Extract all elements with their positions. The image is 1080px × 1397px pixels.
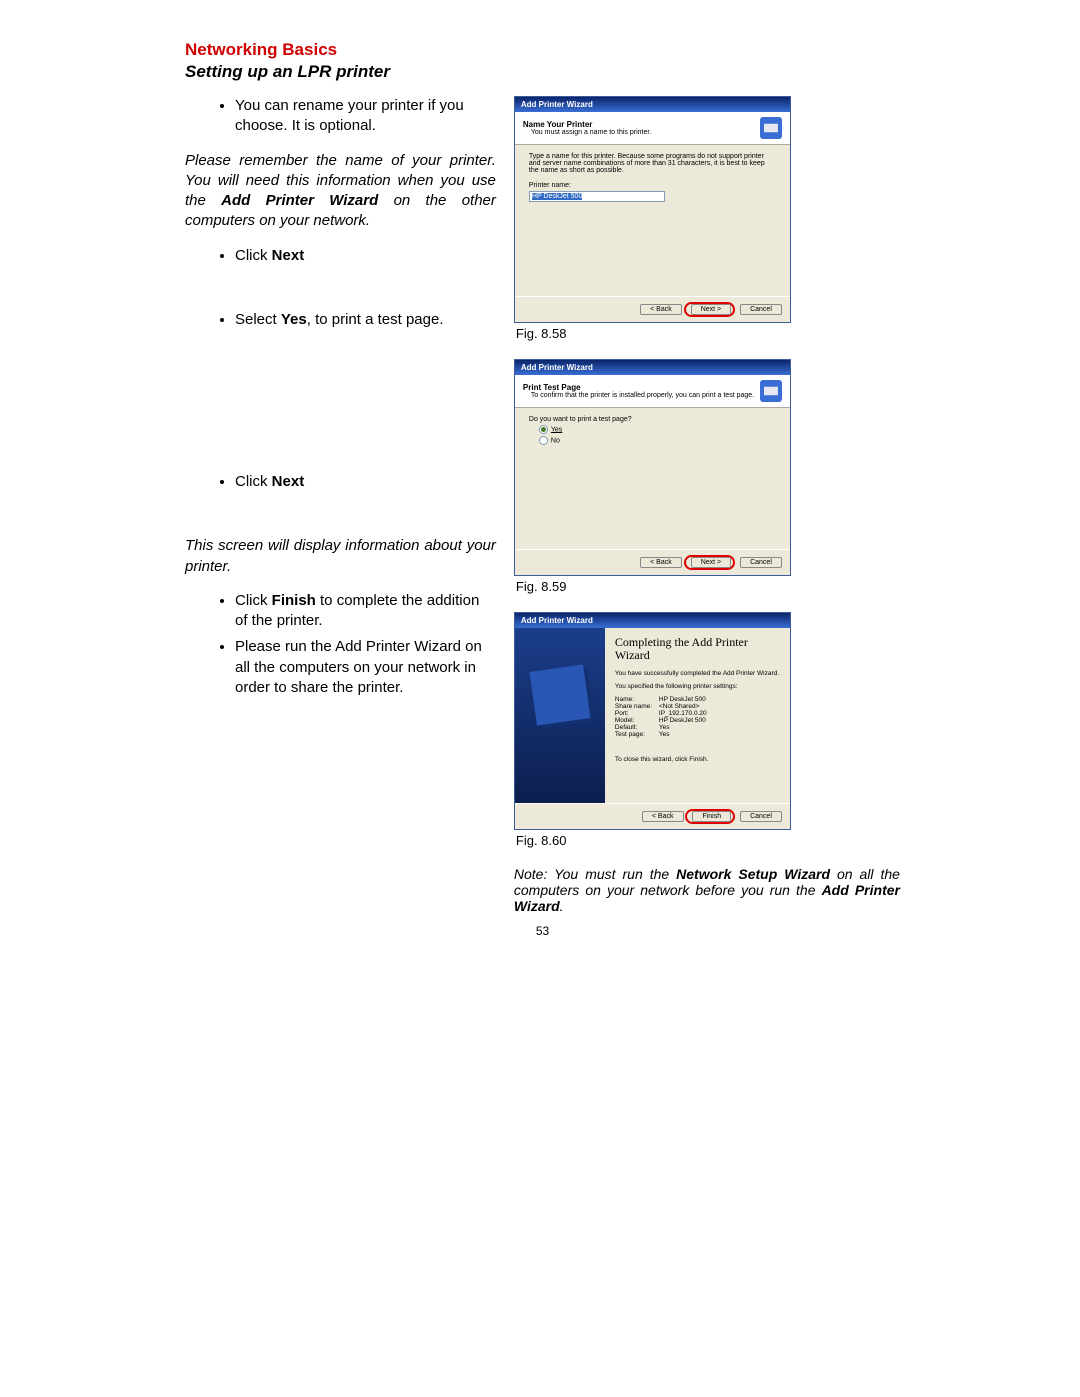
next-button[interactable]: Next >: [691, 304, 731, 315]
wizard-caption: Completing the Add Printer Wizard: [615, 636, 780, 662]
window-title: Add Printer Wizard: [515, 613, 790, 628]
printer-name-input[interactable]: HP DeskJet 500: [529, 191, 665, 202]
wizard-text: To close this wizard, click Finish.: [615, 756, 780, 763]
back-button[interactable]: < Back: [642, 811, 684, 822]
wizard-banner: [515, 628, 605, 803]
finish-button[interactable]: Finish: [692, 811, 731, 822]
window-title: Add Printer Wizard: [515, 97, 790, 112]
wizard-header-title: Name Your Printer: [523, 120, 760, 129]
cancel-button[interactable]: Cancel: [740, 811, 782, 822]
wizard-header-title: Print Test Page: [523, 383, 760, 392]
printer-icon: [760, 380, 782, 402]
wizard-body-text: Type a name for this printer. Because so…: [529, 153, 776, 174]
instruction-item: Click Finish to complete the addition of…: [235, 591, 496, 632]
wizard-header-subtitle: You must assign a name to this printer.: [531, 129, 760, 136]
wizard-test-page: Add Printer Wizard Print Test Page To co…: [514, 359, 791, 576]
instruction-item: Select Yes, to print a test page.: [235, 310, 496, 330]
wizard-text: You have successfully completed the Add …: [615, 670, 780, 677]
highlight-ring: Next >: [684, 555, 735, 570]
radio-yes[interactable]: Yes: [539, 425, 776, 434]
instruction-column: You can rename your printer if you choos…: [185, 96, 514, 914]
printer-icon: [760, 117, 782, 139]
instruction-item: You can rename your printer if you choos…: [235, 96, 496, 137]
instruction-note: Please remember the name of your printer…: [185, 151, 496, 232]
highlight-ring: Next >: [684, 302, 735, 317]
wizard-text: You specified the following printer sett…: [615, 683, 780, 690]
radio-no[interactable]: No: [539, 436, 776, 445]
wizard-header-subtitle: To confirm that the printer is installed…: [531, 392, 760, 399]
back-button[interactable]: < Back: [640, 304, 682, 315]
window-title: Add Printer Wizard: [515, 360, 790, 375]
next-button[interactable]: Next >: [691, 557, 731, 568]
back-button[interactable]: < Back: [640, 557, 682, 568]
instruction-note: This screen will display information abo…: [185, 536, 496, 577]
printer-name-label: Printer name:: [529, 182, 776, 189]
page-number: 53: [185, 924, 900, 938]
figure-caption: Fig. 8.59: [516, 579, 900, 594]
instruction-item: Click Next: [235, 472, 496, 492]
figure-column: Add Printer Wizard Name Your Printer You…: [514, 96, 900, 914]
instruction-item: Please run the Add Printer Wizard on all…: [235, 637, 496, 698]
cancel-button[interactable]: Cancel: [740, 557, 782, 568]
wizard-name-printer: Add Printer Wizard Name Your Printer You…: [514, 96, 791, 323]
instruction-item: Click Next: [235, 246, 496, 266]
wizard-question: Do you want to print a test page?: [529, 416, 776, 423]
printer-spec-table: Name:HP DeskJet 500Share name:<Not Share…: [615, 696, 780, 738]
page-footnote: Note: You must run the Network Setup Wiz…: [514, 866, 900, 914]
figure-caption: Fig. 8.58: [516, 326, 900, 341]
cancel-button[interactable]: Cancel: [740, 304, 782, 315]
highlight-ring: Finish: [685, 809, 735, 824]
wizard-complete: Add Printer Wizard Completing the Add Pr…: [514, 612, 791, 830]
section-heading: Networking Basics: [185, 40, 900, 60]
figure-caption: Fig. 8.60: [516, 833, 900, 848]
section-subheading: Setting up an LPR printer: [185, 62, 900, 82]
